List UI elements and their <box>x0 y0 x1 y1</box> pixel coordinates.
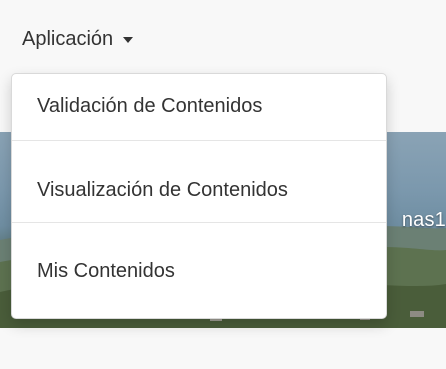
menu-divider <box>12 222 386 223</box>
navbar: Aplicación <box>0 0 446 82</box>
page-background <box>0 328 446 369</box>
aplicacion-dropdown-menu: Validación de Contenidos Visualización d… <box>11 73 387 319</box>
banner-title-partial: nas1 <box>401 209 446 231</box>
menu-item-visualizacion-contenidos[interactable]: Visualización de Contenidos <box>12 175 386 205</box>
menu-item-mis-contenidos[interactable]: Mis Contenidos <box>12 256 386 286</box>
menu-label: Aplicación <box>22 27 114 50</box>
menu-item-validacion-contenidos[interactable]: Validación de Contenidos <box>12 91 386 121</box>
caret-down-icon <box>123 37 134 43</box>
aplicacion-menu-toggle[interactable]: Aplicación <box>22 22 134 56</box>
menu-divider <box>12 140 386 141</box>
